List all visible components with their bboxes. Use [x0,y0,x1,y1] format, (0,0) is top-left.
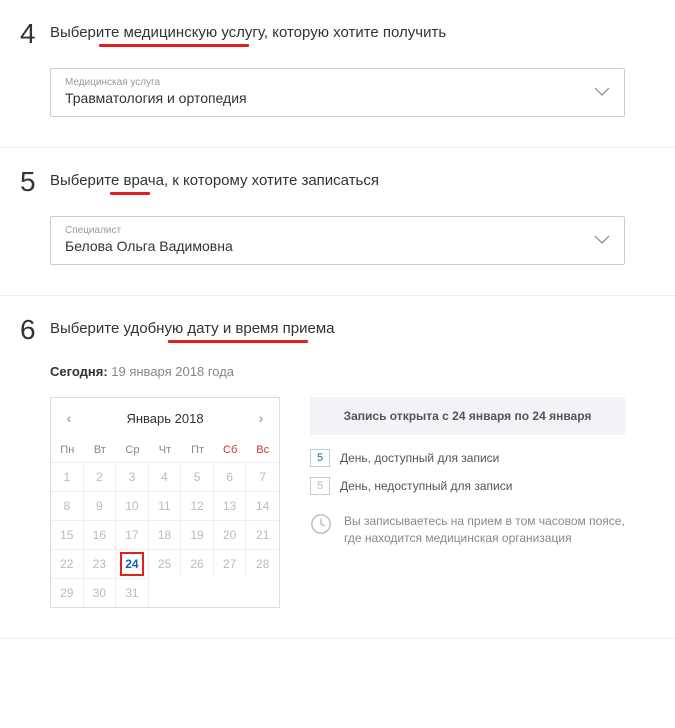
calendar-day[interactable]: 25 [149,549,182,578]
step-6-number: 6 [20,316,50,344]
calendar-day[interactable]: 22 [51,549,84,578]
legend-available-text: День, доступный для записи [340,451,499,465]
chevron-down-icon [594,232,610,250]
calendar-day[interactable]: 7 [246,462,279,491]
calendar: ‹ Январь 2018 › ПнВтСрЧтПтСбВс 123456789… [50,397,280,608]
step-6: 6 Выберите удобную дату и время приема С… [0,296,675,639]
calendar-weekday: Вс [246,438,279,462]
select-value: Белова Ольга Вадимовна [65,238,233,254]
calendar-day[interactable]: 13 [214,491,247,520]
calendar-day[interactable]: 15 [51,520,84,549]
calendar-day[interactable]: 29 [51,578,84,607]
calendar-day[interactable]: 18 [149,520,182,549]
calendar-day[interactable]: 1 [51,462,84,491]
calendar-weekday: Сб [214,438,247,462]
step-6-title: Выберите удобную дату и время приема [50,320,335,337]
calendar-day[interactable]: 16 [84,520,117,549]
calendar-day[interactable]: 8 [51,491,84,520]
calendar-day[interactable]: 2 [84,462,117,491]
calendar-day[interactable]: 26 [181,549,214,578]
calendar-weekday: Вт [84,438,117,462]
calendar-day[interactable]: 11 [149,491,182,520]
calendar-day[interactable]: 21 [246,520,279,549]
legend-available: 5 День, доступный для записи [310,449,625,467]
today-date: 19 января 2018 года [108,364,234,379]
calendar-day[interactable]: 28 [246,549,279,578]
calendar-day[interactable]: 10 [116,491,149,520]
booking-range-banner: Запись открыта с 24 января по 24 января [310,397,625,435]
calendar-day[interactable]: 19 [181,520,214,549]
calendar-day[interactable]: 24 [116,549,149,578]
legend-unavailable-text: День, недоступный для записи [340,479,512,493]
calendar-day[interactable]: 20 [214,520,247,549]
calendar-day[interactable]: 23 [84,549,117,578]
calendar-day[interactable]: 9 [84,491,117,520]
legend-available-badge: 5 [310,449,330,467]
select-label: Специалист [65,225,584,236]
step-4-header: 4 Выберите медицинскую услугу, которую х… [0,20,675,48]
calendar-weekday: Чт [149,438,182,462]
calendar-weekday-row: ПнВтСрЧтПтСбВс [51,438,279,462]
calendar-weekday: Пт [181,438,214,462]
calendar-next-button[interactable]: › [249,406,273,430]
underline-annotation [99,44,249,47]
calendar-day[interactable]: 4 [149,462,182,491]
step-4-number: 4 [20,20,50,48]
timezone-note: Вы записываетесь на прием в том часовом … [310,513,625,547]
underline-annotation [110,192,150,195]
calendar-day[interactable]: 30 [84,578,117,607]
select-label: Медицинская услуга [65,77,584,88]
legend-column: Запись открыта с 24 января по 24 января … [310,397,625,547]
calendar-day[interactable]: 17 [116,520,149,549]
select-value: Травматология и ортопедия [65,90,247,106]
step-5-header: 5 Выберите врача, к которому хотите запи… [0,168,675,196]
calendar-day[interactable]: 31 [116,578,149,607]
today-label: Сегодня: [50,364,108,379]
step-5-title: Выберите врача, к которому хотите записа… [50,172,379,189]
step-5: 5 Выберите врача, к которому хотите запи… [0,148,675,296]
timezone-note-text: Вы записываетесь на прием в том часовом … [344,513,625,547]
step-5-number: 5 [20,168,50,196]
calendar-day[interactable]: 12 [181,491,214,520]
calendar-day[interactable]: 5 [181,462,214,491]
underline-annotation [168,340,308,343]
calendar-day[interactable]: 14 [246,491,279,520]
today-line: Сегодня: 19 января 2018 года [50,364,625,379]
step-6-header: 6 Выберите удобную дату и время приема [0,316,675,344]
doctor-select[interactable]: Специалист Белова Ольга Вадимовна [50,216,625,265]
calendar-weekday: Ср [116,438,149,462]
calendar-days-grid: 1234567891011121314151617181920212223242… [51,462,279,607]
step-4: 4 Выберите медицинскую услугу, которую х… [0,0,675,148]
chevron-down-icon [594,84,610,102]
calendar-day[interactable]: 6 [214,462,247,491]
calendar-weekday: Пн [51,438,84,462]
calendar-month-label: Январь 2018 [126,411,203,426]
calendar-day[interactable]: 27 [214,549,247,578]
calendar-prev-button[interactable]: ‹ [57,406,81,430]
calendar-day[interactable]: 3 [116,462,149,491]
legend-unavailable-badge: 5 [310,477,330,495]
medical-service-select[interactable]: Медицинская услуга Травматология и ортоп… [50,68,625,117]
clock-icon [310,513,332,540]
legend-unavailable: 5 День, недоступный для записи [310,477,625,495]
step-4-title: Выберите медицинскую услугу, которую хот… [50,24,446,41]
